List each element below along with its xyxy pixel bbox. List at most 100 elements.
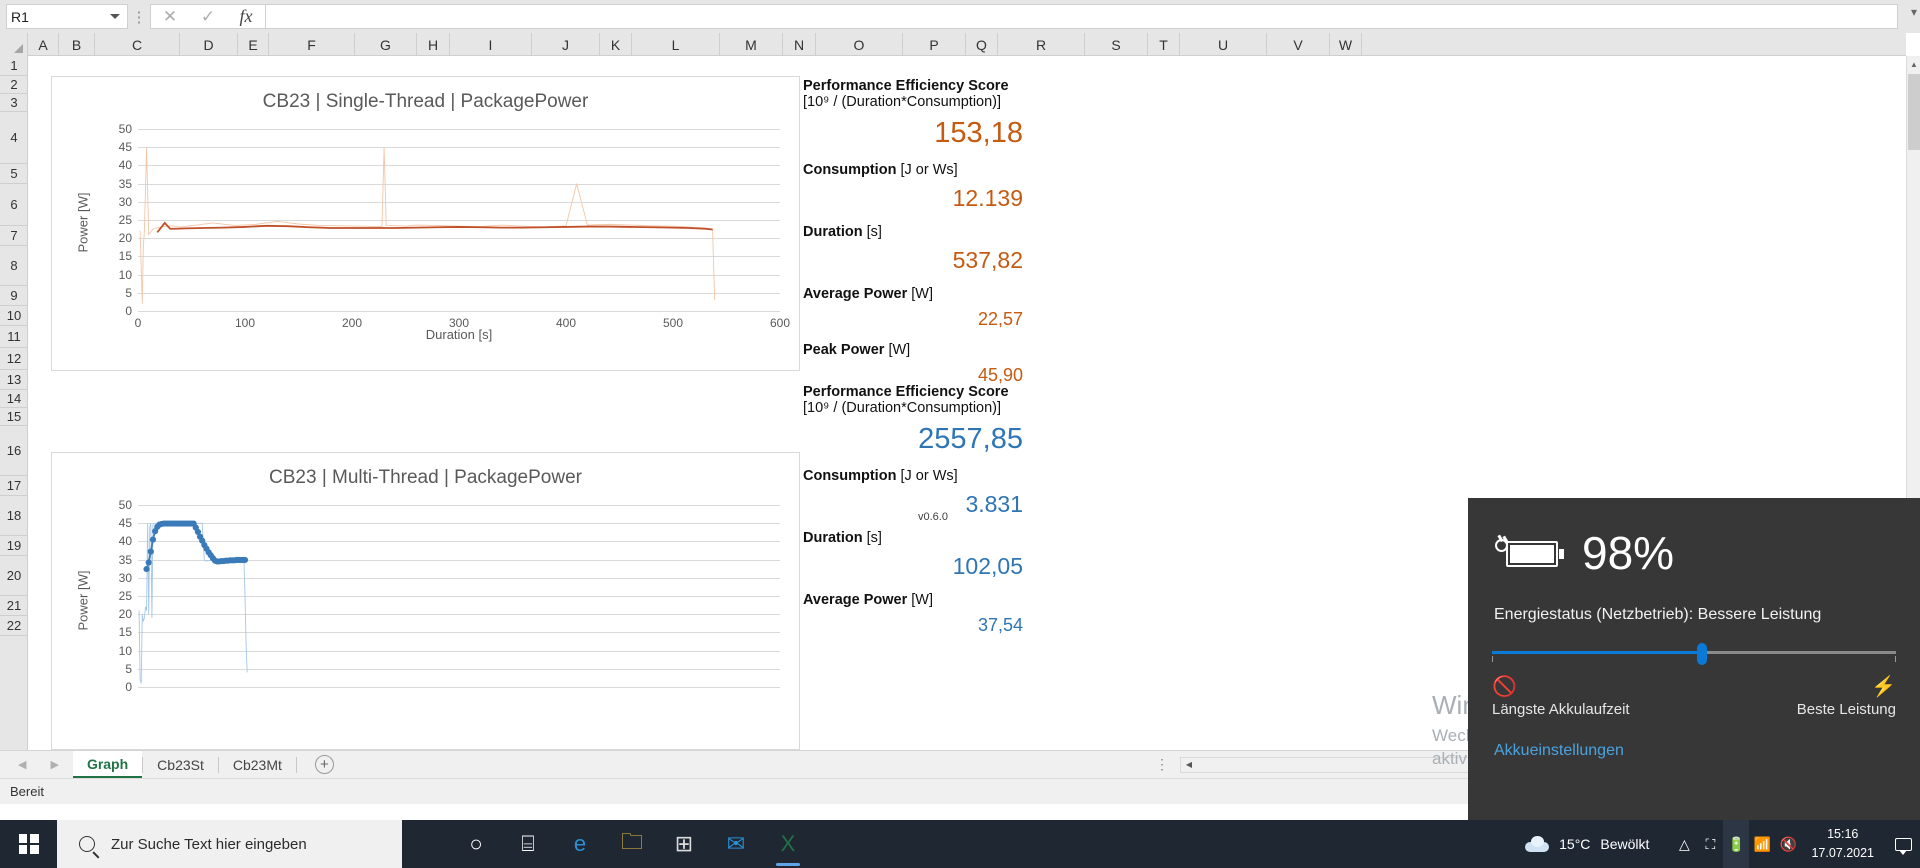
row-header-20[interactable]: 20 bbox=[0, 556, 28, 596]
metric-value: 2557,85 bbox=[918, 423, 1023, 455]
row-header-15[interactable]: 15 bbox=[0, 408, 28, 426]
metric-unit: [J or Ws] bbox=[896, 162, 958, 178]
scroll-up-icon[interactable]: ▲ bbox=[1907, 56, 1920, 72]
row-header-2[interactable]: 2 bbox=[0, 76, 28, 94]
row-header-16[interactable]: 16 bbox=[0, 426, 28, 476]
y-axis-tick: 20 bbox=[118, 607, 132, 622]
weather-widget[interactable]: 15°C Bewölkt bbox=[1525, 836, 1649, 852]
row-header-9[interactable]: 9 bbox=[0, 286, 28, 306]
column-header-U[interactable]: U bbox=[1180, 33, 1267, 56]
sheet-overflow-icon[interactable]: ⋮ bbox=[1155, 756, 1169, 773]
series-line bbox=[138, 522, 248, 684]
select-all-corner[interactable] bbox=[0, 33, 28, 56]
row-header-21[interactable]: 21 bbox=[0, 596, 28, 616]
row-header-12[interactable]: 12 bbox=[0, 348, 28, 370]
row-header-22[interactable]: 22 bbox=[0, 616, 28, 636]
formula-input[interactable] bbox=[266, 4, 1898, 29]
file-explorer-icon[interactable]: 🗀 bbox=[608, 820, 656, 868]
name-box[interactable]: R1 bbox=[6, 4, 128, 29]
row-header-4[interactable]: 4 bbox=[0, 112, 28, 164]
row-header-11[interactable]: 11 bbox=[0, 326, 28, 348]
clock[interactable]: 15:16 17.07.2021 bbox=[1811, 825, 1874, 864]
column-header-D[interactable]: D bbox=[180, 33, 238, 56]
column-header-J[interactable]: J bbox=[532, 33, 600, 56]
sheet-next-icon[interactable]: ▶ bbox=[50, 758, 58, 771]
battery-flyout[interactable]: 98% Energiestatus (Netzbetrieb): Bessere… bbox=[1468, 498, 1920, 820]
chart-single-thread[interactable]: CB23 | Single-Thread | PackagePower Powe… bbox=[51, 76, 800, 371]
windows-logo-icon bbox=[18, 834, 39, 854]
column-header-V[interactable]: V bbox=[1267, 33, 1330, 56]
battery-settings-link[interactable]: Akkueinstellungen bbox=[1468, 742, 1920, 760]
chart-multi-thread[interactable]: CB23 | Multi-Thread | PackagePower Power… bbox=[51, 452, 800, 750]
column-header-P[interactable]: P bbox=[903, 33, 966, 56]
row-header-6[interactable]: 6 bbox=[0, 184, 28, 226]
chevron-up-icon[interactable]: △ bbox=[1671, 820, 1697, 868]
column-header-C[interactable]: C bbox=[95, 33, 180, 56]
wifi-icon[interactable]: 📶 bbox=[1749, 820, 1775, 868]
row-header-7[interactable]: 7 bbox=[0, 226, 28, 246]
row-header-13[interactable]: 13 bbox=[0, 370, 28, 390]
row-header-18[interactable]: 18 bbox=[0, 496, 28, 536]
row-header-14[interactable]: 14 bbox=[0, 390, 28, 408]
column-header-N[interactable]: N bbox=[783, 33, 816, 56]
chevron-down-icon[interactable]: ▾ bbox=[1911, 5, 1917, 19]
mail-icon[interactable]: ✉ bbox=[712, 820, 760, 868]
sheet-tab-cb23st[interactable]: Cb23St bbox=[143, 751, 218, 778]
y-axis-tick: 5 bbox=[125, 285, 132, 300]
column-header-S[interactable]: S bbox=[1085, 33, 1148, 56]
column-header-K[interactable]: K bbox=[600, 33, 632, 56]
insert-function-icon[interactable]: fx bbox=[227, 5, 265, 28]
meet-now-icon[interactable]: ⛶ bbox=[1697, 820, 1723, 868]
y-axis-tick: 35 bbox=[118, 176, 132, 191]
battery-icon[interactable]: 🔋 bbox=[1723, 820, 1750, 868]
microsoft-store-icon[interactable]: ⊞ bbox=[660, 820, 708, 868]
sheet-prev-icon[interactable]: ◀ bbox=[18, 758, 26, 771]
close-icon[interactable]: ✕ bbox=[151, 5, 189, 28]
start-button[interactable] bbox=[0, 820, 57, 868]
sheet-tab-cb23mt[interactable]: Cb23Mt bbox=[219, 751, 296, 778]
column-header-E[interactable]: E bbox=[238, 33, 269, 56]
edge-icon[interactable]: e bbox=[556, 820, 604, 868]
column-header-G[interactable]: G bbox=[355, 33, 417, 56]
chevron-down-icon[interactable] bbox=[110, 14, 120, 19]
column-header-W[interactable]: W bbox=[1330, 33, 1362, 56]
scroll-left-icon[interactable]: ◀ bbox=[1181, 758, 1197, 772]
taskbar-search[interactable]: Zur Suche Text hier eingeben bbox=[57, 820, 402, 868]
add-sheet-button[interactable]: + bbox=[314, 755, 334, 774]
column-header-I[interactable]: I bbox=[450, 33, 532, 56]
power-slider[interactable] bbox=[1492, 642, 1896, 668]
column-header-H[interactable]: H bbox=[417, 33, 450, 56]
task-view-icon[interactable]: ⌸ bbox=[504, 820, 552, 868]
excel-window: R1 ⋮ ✕ ✓ fx ▾ ABCDEFGHIJKLMNOPQRSTUVW 12… bbox=[0, 0, 1920, 868]
formula-bar: R1 ⋮ ✕ ✓ fx ▾ bbox=[0, 0, 1920, 33]
y-axis-tick: 0 bbox=[125, 680, 132, 694]
row-header-3[interactable]: 3 bbox=[0, 94, 28, 112]
gridline bbox=[138, 687, 780, 688]
row-header-5[interactable]: 5 bbox=[0, 164, 28, 184]
column-header-T[interactable]: T bbox=[1148, 33, 1180, 56]
name-box-overflow-icon[interactable]: ⋮ bbox=[128, 8, 150, 26]
plot-area: 0 5 10 15 20 25 30 35 40 45 50 0 100 200 300 400 500 600 bbox=[119, 122, 790, 330]
row-header-17[interactable]: 17 bbox=[0, 476, 28, 496]
row-header-8[interactable]: 8 bbox=[0, 246, 28, 286]
column-header-O[interactable]: O bbox=[816, 33, 903, 56]
excel-icon[interactable]: X bbox=[764, 820, 812, 868]
column-header-A[interactable]: A bbox=[28, 33, 59, 56]
row-header-10[interactable]: 10 bbox=[0, 306, 28, 326]
column-header-L[interactable]: L bbox=[632, 33, 720, 56]
row-header-19[interactable]: 19 bbox=[0, 536, 28, 556]
column-header-R[interactable]: R bbox=[998, 33, 1085, 56]
column-header-Q[interactable]: Q bbox=[966, 33, 998, 56]
sheet-tab-graph[interactable]: Graph bbox=[72, 751, 143, 778]
column-header-M[interactable]: M bbox=[720, 33, 783, 56]
notification-icon[interactable] bbox=[1886, 820, 1920, 868]
row-header-1[interactable]: 1 bbox=[0, 56, 28, 76]
scrollbar-thumb[interactable] bbox=[1908, 74, 1920, 150]
slider-thumb[interactable] bbox=[1697, 643, 1708, 665]
column-header-F[interactable]: F bbox=[269, 33, 355, 56]
check-icon[interactable]: ✓ bbox=[189, 5, 227, 28]
metric-name: Consumption bbox=[803, 468, 897, 484]
column-header-B[interactable]: B bbox=[59, 33, 95, 56]
cortana-icon[interactable]: ○ bbox=[452, 820, 500, 868]
volume-muted-icon[interactable]: 🔇 bbox=[1775, 820, 1801, 868]
